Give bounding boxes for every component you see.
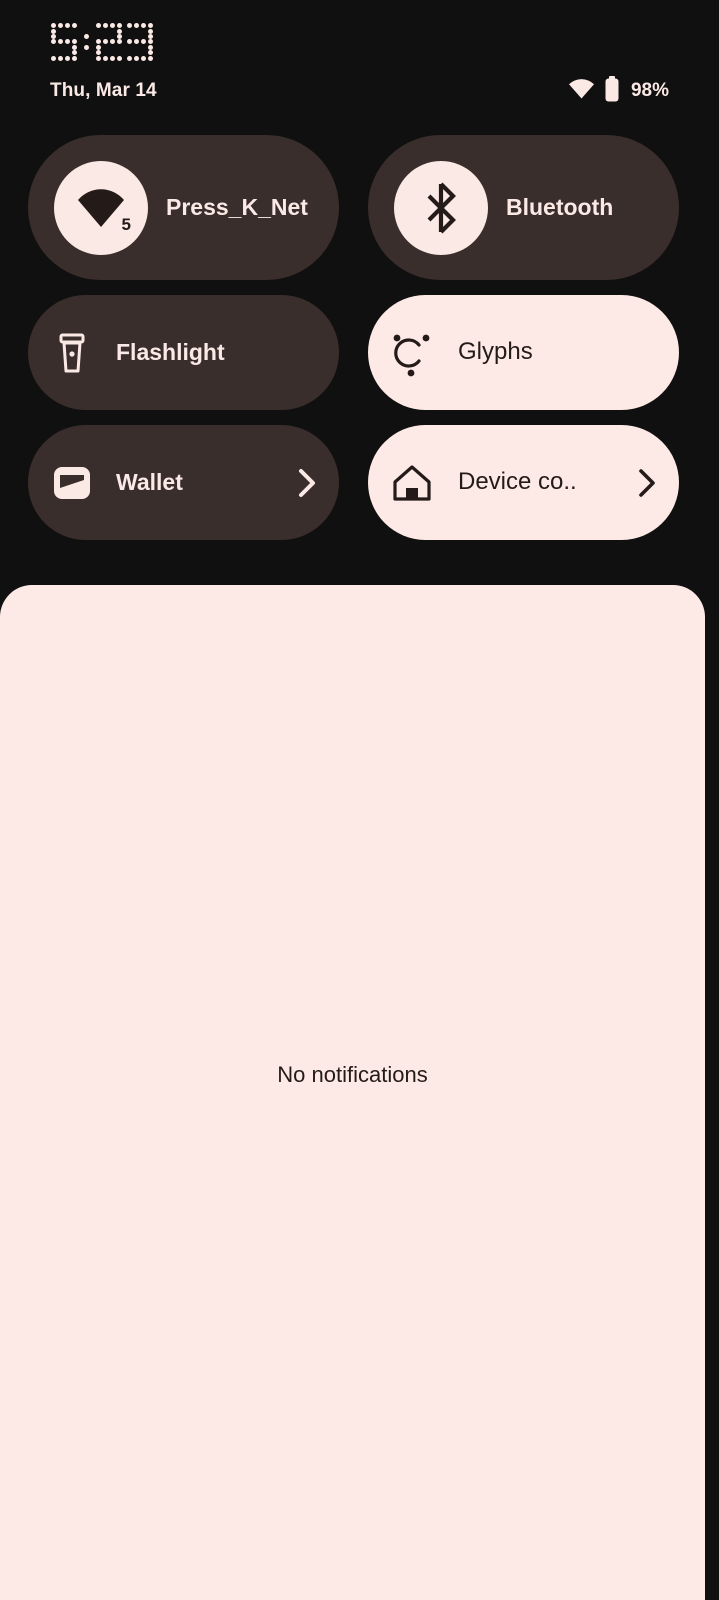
no-notifications-label: No notifications (277, 1062, 428, 1087)
wifi-badge-count: 5 (121, 214, 131, 234)
qs-tile-wallet[interactable]: Wallet (28, 425, 339, 540)
home-icon-container (390, 461, 434, 505)
glyph-icon (393, 334, 430, 376)
date-label: Thu, Mar 14 (50, 80, 157, 101)
qs-tile-label-bluetooth: Bluetooth (506, 194, 614, 221)
date-and-status-row: Thu, Mar 14 98% (50, 75, 669, 107)
battery-percent-label: 98% (630, 80, 669, 101)
wallet-icon (54, 466, 90, 499)
qs-tile-label-flashlight: Flashlight (116, 339, 225, 366)
wifi-icon-container: 5 (54, 160, 148, 255)
chevron-right-icon[interactable] (637, 467, 657, 499)
qs-tile-glyphs[interactable]: Glyphs (368, 295, 679, 410)
qs-tile-device-controls[interactable]: Device co.. (368, 425, 679, 540)
qs-tile-flashlight[interactable]: Flashlight (28, 295, 339, 410)
bluetooth-icon (427, 182, 456, 233)
glyph-icon-container (390, 331, 434, 376)
qs-tile-label-device-controls: Device co.. (458, 468, 577, 496)
notification-shade[interactable]: No notifications (0, 585, 705, 1600)
flashlight-icon-container (50, 331, 94, 375)
lockscreen-clock[interactable] (50, 22, 154, 62)
status-area: Thu, Mar 14 98% (0, 0, 719, 120)
clock-digit (95, 23, 123, 61)
qs-tile-label-wallet: Wallet (116, 469, 183, 496)
chevron-right-icon[interactable] (297, 467, 317, 499)
wifi-icon (78, 188, 124, 227)
qs-tile-wifi[interactable]: 5 Press_K_Net (28, 135, 339, 280)
flashlight-icon (59, 333, 85, 372)
home-icon (393, 464, 431, 501)
quick-settings-screen: Thu, Mar 14 98% 5 Press_K_Net Bluetooth … (0, 0, 719, 1600)
clock-digit (50, 23, 78, 61)
bluetooth-icon-container (394, 160, 488, 255)
quick-settings-grid: 5 Press_K_Net Bluetooth Flashlight Glyph… (28, 135, 679, 540)
wifi-icon (568, 78, 595, 104)
qs-tile-label-wifi: Press_K_Net (166, 194, 308, 221)
wallet-icon-container (50, 461, 94, 505)
status-icons: 98% (568, 75, 669, 107)
qs-tile-bluetooth[interactable]: Bluetooth (368, 135, 679, 280)
battery-icon (604, 75, 620, 107)
clock-digit (126, 23, 154, 61)
clock-digit (83, 23, 90, 61)
qs-tile-label-glyphs: Glyphs (458, 338, 533, 366)
